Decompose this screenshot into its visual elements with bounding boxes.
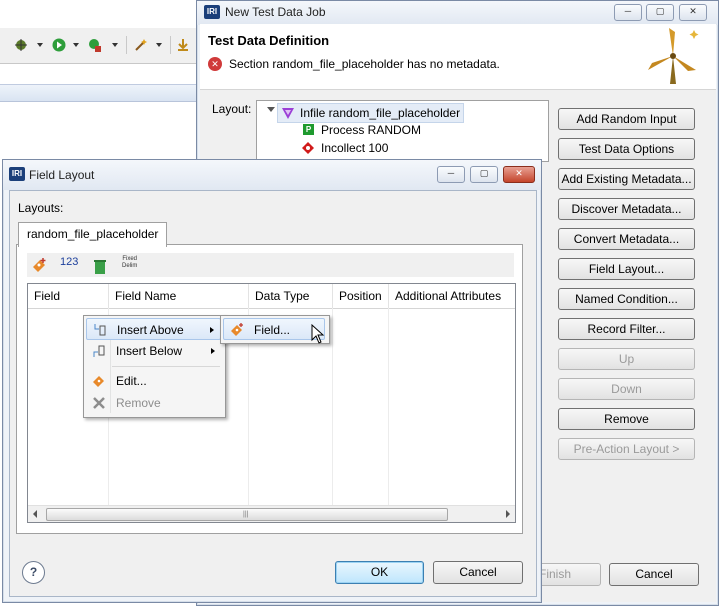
- run-dropdown-arrow[interactable]: [73, 43, 79, 47]
- process-icon: P: [303, 124, 314, 135]
- scroll-right-arrow[interactable]: [506, 510, 510, 518]
- pre-action-layout-button[interactable]: Pre-Action Layout >: [558, 438, 695, 460]
- tree-item-label: Incollect 100: [321, 141, 389, 155]
- wizard-heading: Test Data Definition: [208, 33, 330, 48]
- error-icon: ✕: [208, 57, 222, 71]
- wand-dropdown-arrow[interactable]: [156, 43, 162, 47]
- menu-item-insert-below[interactable]: Insert Below: [86, 340, 221, 362]
- column-header-position[interactable]: Position: [333, 284, 389, 308]
- number-format-icon[interactable]: 123: [60, 256, 78, 268]
- grid-horizontal-scrollbar[interactable]: |||: [28, 505, 515, 522]
- iri-logo: IRI: [9, 167, 25, 181]
- minimize-button[interactable]: ─: [614, 4, 642, 21]
- field-layout-minimize-button[interactable]: ─: [437, 166, 465, 183]
- submenu-arrow: [211, 348, 215, 354]
- submenu-arrow: [210, 327, 214, 333]
- add-field-icon[interactable]: [31, 256, 47, 276]
- menu-item-edit[interactable]: Edit...: [86, 370, 221, 392]
- external-tools-dropdown-arrow[interactable]: [112, 43, 118, 47]
- menu-item-label: Field...: [254, 323, 291, 337]
- add-random-input-button[interactable]: Add Random Input: [558, 108, 695, 130]
- close-button[interactable]: ✕: [679, 4, 707, 21]
- field-icon: [231, 323, 243, 336]
- fixed-label: Fixed: [122, 256, 137, 262]
- grid-header: Field Field Name Data Type Position Addi…: [28, 284, 515, 309]
- down-button[interactable]: Down: [558, 378, 695, 400]
- tree-collapse-arrow[interactable]: [267, 107, 275, 112]
- debug-icon[interactable]: [14, 38, 28, 52]
- remove-button[interactable]: Remove: [558, 408, 695, 430]
- error-message: Section random_file_placeholder has no m…: [229, 57, 500, 71]
- context-menu: Insert Above Insert Below Edit... Remove: [83, 315, 226, 418]
- menu-item-remove[interactable]: Remove: [86, 392, 221, 414]
- menu-item-label: Remove: [116, 396, 161, 410]
- submenu-item-field[interactable]: Field...: [223, 318, 325, 340]
- field-layout-maximize-button[interactable]: ▢: [470, 166, 498, 183]
- field-layout-close-button[interactable]: ✕: [503, 166, 535, 183]
- mouse-pointer-icon: [311, 324, 325, 344]
- incollect-icon: [302, 142, 314, 154]
- layouts-label: Layouts:: [18, 201, 64, 215]
- tree-item-incollect[interactable]: Incollect 100: [301, 139, 388, 157]
- wand-icon[interactable]: [134, 38, 148, 52]
- toolbar-separator: [170, 36, 171, 54]
- tree-item-label: Process RANDOM: [321, 123, 422, 137]
- add-existing-metadata-button[interactable]: Add Existing Metadata...: [558, 168, 695, 190]
- layout-tree[interactable]: Infile random_file_placeholder P Process…: [256, 100, 549, 162]
- edit-field-icon: [93, 376, 104, 387]
- debug-dropdown-arrow[interactable]: [37, 43, 43, 47]
- up-button[interactable]: Up: [558, 348, 695, 370]
- menu-item-label: Edit...: [116, 374, 147, 388]
- help-icon[interactable]: ?: [22, 561, 45, 584]
- infile-icon: [282, 108, 294, 119]
- remove-x-icon: [93, 397, 105, 409]
- tree-item-label: Infile random_file_placeholder: [300, 106, 461, 120]
- column-header-additional-attributes[interactable]: Additional Attributes: [389, 284, 515, 308]
- toolbar-separator: [126, 36, 127, 54]
- external-tools-icon[interactable]: [88, 38, 102, 52]
- run-icon[interactable]: [52, 38, 66, 52]
- grid-line: [388, 308, 389, 505]
- discover-metadata-button[interactable]: Discover Metadata...: [558, 198, 695, 220]
- scroll-left-arrow[interactable]: [33, 510, 37, 518]
- iri-logo: IRI: [204, 5, 220, 19]
- named-condition-button[interactable]: Named Condition...: [558, 288, 695, 310]
- test-data-options-button[interactable]: Test Data Options: [558, 138, 695, 160]
- trash-icon[interactable]: [93, 256, 107, 276]
- menu-item-label: Insert Below: [116, 344, 183, 358]
- test-data-job-cancel-button[interactable]: Cancel: [609, 563, 699, 586]
- field-layout-button[interactable]: Field Layout...: [558, 258, 695, 280]
- layout-label: Layout:: [212, 102, 252, 116]
- menu-item-insert-above[interactable]: Insert Above: [86, 318, 221, 340]
- ok-button[interactable]: OK: [335, 561, 424, 584]
- column-header-field-name[interactable]: Field Name: [109, 284, 249, 308]
- menu-item-label: Insert Above: [117, 323, 184, 337]
- field-layout-cancel-button[interactable]: Cancel: [433, 561, 523, 584]
- scroll-thumb[interactable]: |||: [46, 508, 448, 521]
- menu-separator: [112, 366, 220, 367]
- maximize-button[interactable]: ▢: [646, 4, 674, 21]
- insert-below-icon: [93, 345, 105, 357]
- tree-item-process[interactable]: P Process RANDOM: [301, 121, 421, 139]
- workbench-view-tab-strip: [0, 84, 196, 102]
- field-layout-title: Field Layout: [29, 168, 95, 182]
- insert-above-icon: [94, 324, 106, 336]
- record-filter-button[interactable]: Record Filter...: [558, 318, 695, 340]
- column-header-field[interactable]: Field: [28, 284, 109, 308]
- grid-line: [332, 308, 333, 505]
- fixed-delim-icon[interactable]: Fixed Delim: [122, 256, 137, 270]
- test-data-job-title: New Test Data Job: [225, 5, 326, 19]
- delim-label: Delim: [122, 263, 138, 269]
- wizard-header: Test Data Definition ✕ Section random_fi…: [200, 24, 716, 90]
- wind-turbine-icon: [648, 28, 699, 84]
- tree-item-infile[interactable]: Infile random_file_placeholder: [277, 103, 465, 123]
- column-header-data-type[interactable]: Data Type: [249, 284, 333, 308]
- download-icon[interactable]: [176, 38, 190, 52]
- convert-metadata-button[interactable]: Convert Metadata...: [558, 228, 695, 250]
- tab-random-file-placeholder[interactable]: random_file_placeholder: [18, 222, 168, 247]
